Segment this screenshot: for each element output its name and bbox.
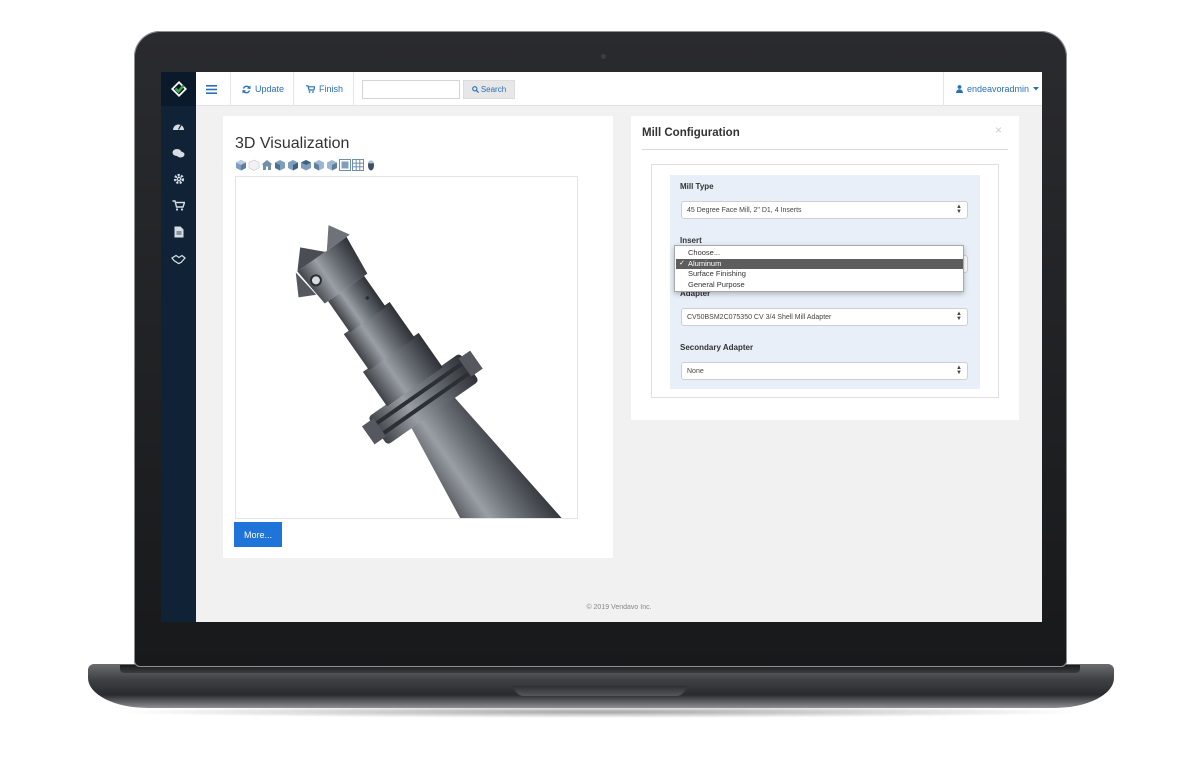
- view-iso-icon[interactable]: [235, 158, 247, 171]
- caret-down-icon: [1033, 87, 1040, 91]
- insert-option[interactable]: General Purpose: [676, 280, 963, 290]
- divider: [293, 72, 294, 106]
- mill-configuration-panel: Mill Configuration × Mill Type 45 Degree…: [631, 116, 1019, 420]
- view-grid-icon[interactable]: [352, 158, 364, 171]
- dashboard-icon: [173, 124, 184, 130]
- select-arrows-icon: ▲▼: [956, 365, 962, 376]
- form-body: Mill Type 45 Degree Face Mill, 2" D1, 4 …: [670, 175, 980, 389]
- view-home-icon[interactable]: [261, 158, 273, 170]
- update-button[interactable]: Update: [242, 72, 284, 106]
- configuration-form: Mill Type 45 Degree Face Mill, 2" D1, 4 …: [651, 164, 999, 398]
- document-icon: [174, 226, 183, 238]
- mill-type-label: Mill Type: [680, 182, 714, 191]
- user-icon: [956, 85, 963, 93]
- search-button[interactable]: Search: [463, 80, 515, 99]
- cart-icon: [306, 85, 315, 93]
- view-toolbar: [235, 158, 377, 171]
- divider: [230, 72, 231, 106]
- more-button[interactable]: More...: [234, 522, 282, 547]
- view-fit-icon[interactable]: [339, 158, 351, 171]
- comments-icon: [172, 148, 185, 157]
- insert-dropdown-list: Choose... ✓ Aluminum Surface Finishing G…: [674, 245, 964, 292]
- sidebar: [161, 72, 196, 622]
- secondary-adapter-value: None: [687, 367, 704, 375]
- cart-icon: [172, 199, 185, 211]
- secondary-adapter-select[interactable]: None ▲ ▼: [681, 362, 968, 380]
- gear-icon: [173, 173, 184, 185]
- sidebar-item-documents[interactable]: [161, 221, 196, 243]
- mill-type-value: 45 Degree Face Mill, 2" D1, 4 Inserts: [687, 206, 802, 214]
- mill-tool-model-icon: [295, 225, 577, 518]
- view-front-icon[interactable]: [274, 158, 286, 171]
- app-logo[interactable]: [161, 72, 196, 106]
- app-screen: Update Finish Search endeavoradmin 3D Vi…: [161, 72, 1042, 622]
- handshake-icon: [171, 254, 186, 264]
- sidebar-item-settings[interactable]: [161, 168, 196, 190]
- search-button-label: Search: [480, 85, 507, 94]
- sidebar-item-cart[interactable]: [161, 194, 196, 216]
- divider: [353, 72, 354, 106]
- visualization-panel: 3D Visualization More...: [223, 116, 613, 558]
- view-left-icon[interactable]: [313, 158, 325, 171]
- select-arrows-icon: ▲▼: [956, 204, 962, 215]
- close-icon[interactable]: ×: [995, 123, 1002, 137]
- finish-label: Finish: [319, 84, 344, 94]
- view-back-icon[interactable]: [287, 158, 299, 171]
- secondary-adapter-label: Secondary Adapter: [680, 343, 754, 352]
- insert-option[interactable]: Surface Finishing: [676, 269, 963, 279]
- mill-type-select[interactable]: 45 Degree Face Mill, 2" D1, 4 Inserts ▲ ▼: [681, 201, 968, 219]
- logo-icon: [170, 81, 187, 97]
- sidebar-item-deals[interactable]: [161, 248, 196, 270]
- menu-toggle-button[interactable]: [206, 72, 217, 106]
- view-right-icon[interactable]: [326, 158, 338, 171]
- sidebar-item-dashboard[interactable]: [161, 115, 196, 137]
- visualization-title: 3D Visualization: [235, 135, 350, 152]
- user-menu[interactable]: endeavoradmin: [956, 72, 1040, 106]
- insert-option[interactable]: Choose...: [676, 248, 963, 258]
- view-render-icon[interactable]: [365, 158, 377, 171]
- divider: [642, 149, 1008, 150]
- laptop-notch: [514, 686, 686, 696]
- insert-option-label: Aluminum: [688, 258, 722, 268]
- checkmark-icon: ✓: [679, 259, 685, 267]
- refresh-icon: [242, 85, 251, 93]
- stage: Update Finish Search endeavoradmin 3D Vi…: [0, 0, 1200, 762]
- hamburger-icon: [206, 84, 217, 94]
- view-top-icon[interactable]: [300, 158, 312, 171]
- 3d-viewer[interactable]: [235, 176, 578, 519]
- camera: [601, 54, 606, 59]
- user-name: endeavoradmin: [967, 84, 1030, 94]
- insert-label: Insert: [680, 236, 702, 245]
- select-arrows-icon: ▲▼: [956, 311, 962, 322]
- adapter-select[interactable]: CV50BSM2C075350 CV 3/4 Shell Mill Adapte…: [681, 308, 968, 326]
- search-input[interactable]: [362, 80, 460, 99]
- divider: [943, 72, 944, 106]
- view-wireframe-icon[interactable]: [248, 158, 260, 171]
- finish-button[interactable]: Finish: [306, 72, 343, 106]
- adapter-value: CV50BSM2C075350 CV 3/4 Shell Mill Adapte…: [687, 313, 832, 321]
- search-icon: [471, 86, 479, 93]
- top-bar: Update Finish Search endeavoradmin: [196, 72, 1042, 106]
- update-label: Update: [255, 84, 285, 94]
- footer-copyright: © 2019 Vendavo Inc.: [586, 604, 652, 611]
- insert-option-selected[interactable]: ✓ Aluminum: [676, 258, 963, 269]
- sidebar-item-comments[interactable]: [161, 142, 196, 164]
- panel-title: Mill Configuration: [642, 127, 740, 139]
